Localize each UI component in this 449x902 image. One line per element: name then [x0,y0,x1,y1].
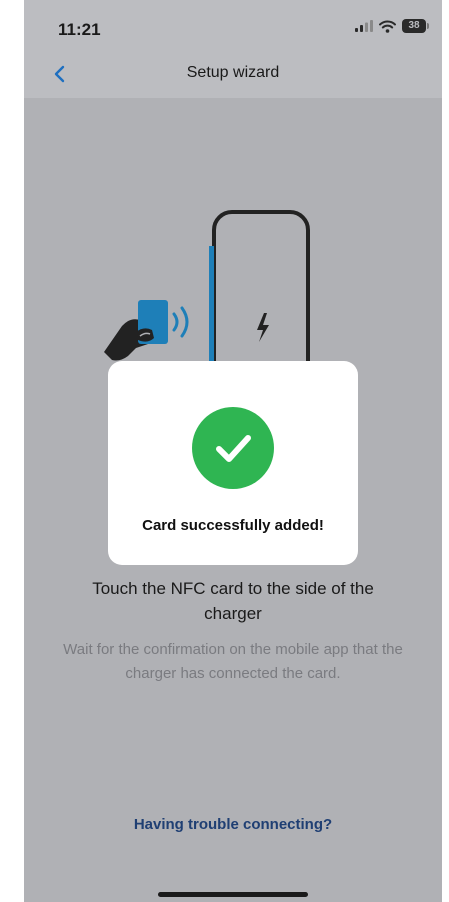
instruction-subtext: Wait for the confirmation on the mobile … [63,641,403,682]
checkmark-icon [216,435,251,462]
status-icons: 38 [355,19,429,33]
dialog-message: Card successfully added! [142,517,324,534]
top-bar: 11:21 38 Setup wizard [24,0,442,98]
charger-side-strip [209,246,214,366]
wifi-icon [379,20,396,33]
cellular-signal-icon [355,20,373,32]
nfc-waves-icon [172,312,179,332]
status-time: 11:21 [58,20,101,39]
page-title: Setup wizard [186,64,280,81]
lightning-icon [257,313,269,342]
home-indicator[interactable] [158,892,308,897]
instruction-heading: Touch the NFC card to the side of the ch… [92,579,374,623]
trouble-connecting-link[interactable]: Having trouble connecting? [24,816,442,833]
app-screen: 11:21 38 Setup wizard Touch the NFC card… [24,0,442,902]
nfc-charger-illustration [104,210,310,380]
battery-icon: 38 [402,19,429,33]
success-dialog: Card successfully added! [108,361,358,565]
charger-outline [212,210,310,380]
check-circle-icon [192,407,274,489]
